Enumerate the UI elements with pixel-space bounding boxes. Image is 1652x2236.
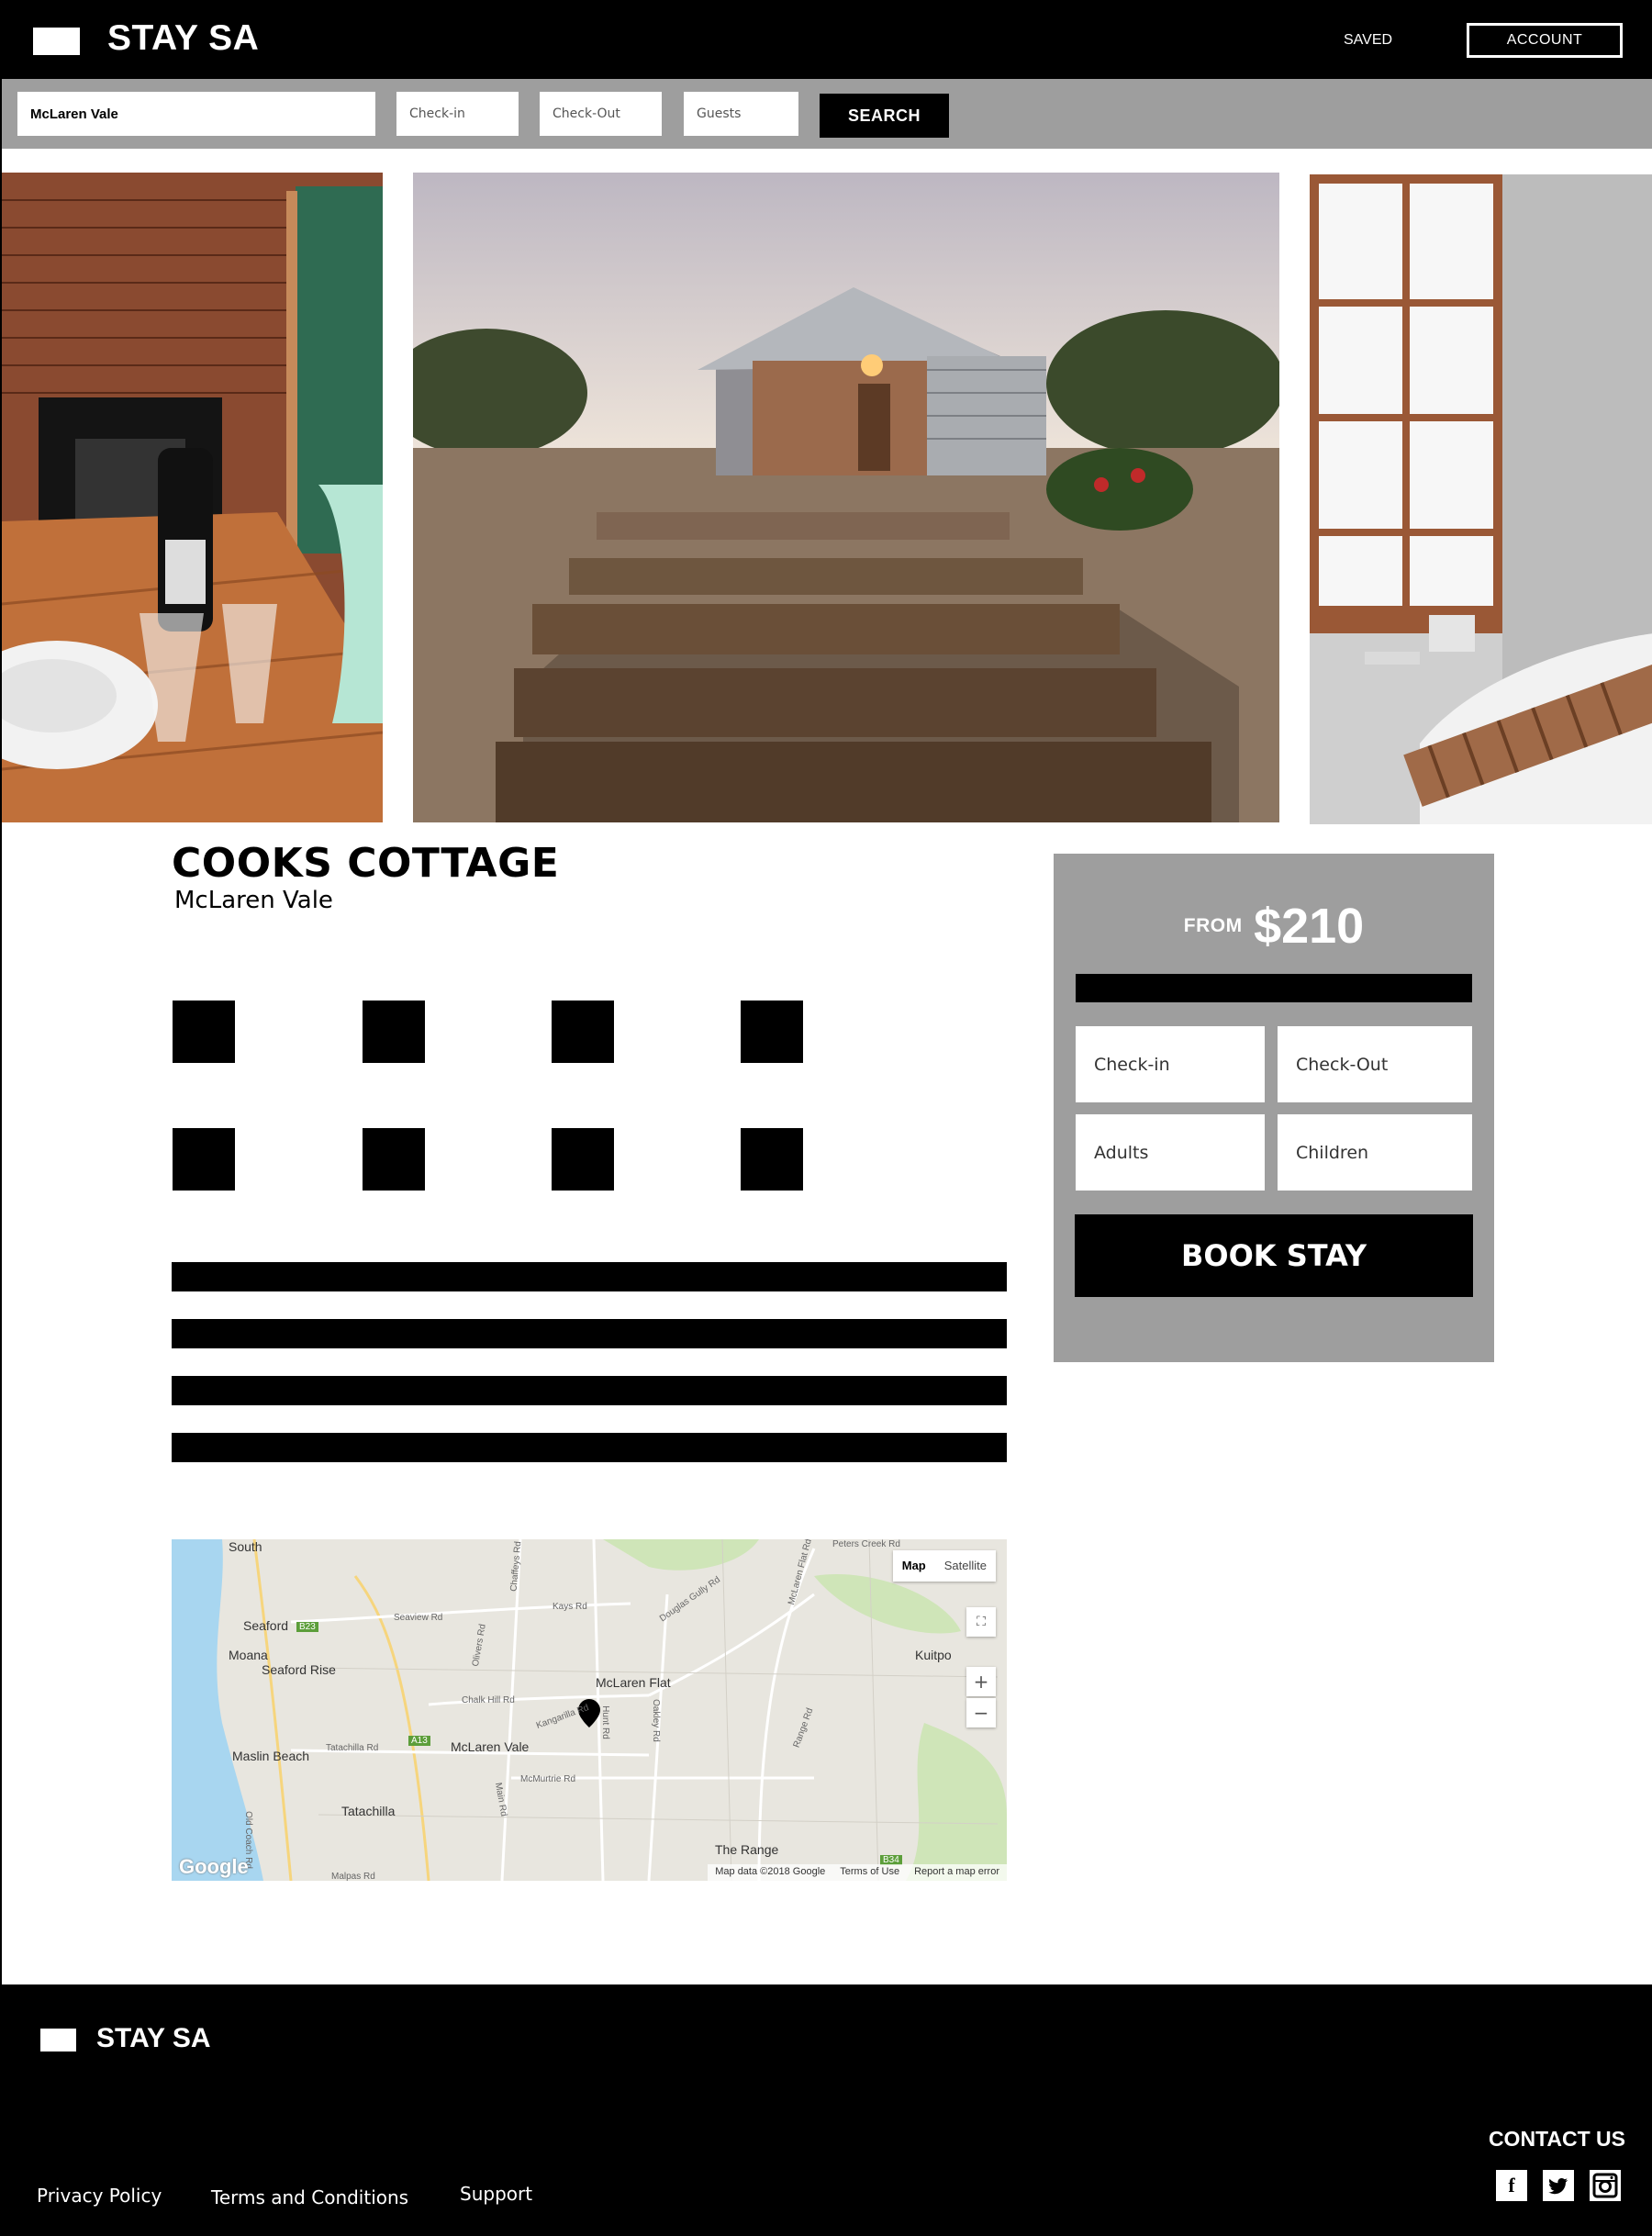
map-place: Seaford (243, 1618, 289, 1633)
bathroom-window-bathtub-photo[interactable] (1310, 174, 1652, 824)
children-input[interactable] (1278, 1114, 1472, 1191)
adults-input[interactable] (1076, 1114, 1265, 1191)
map-place: The Range (715, 1842, 779, 1857)
map-data-credit: Map data ©2018 Google (715, 1866, 826, 1877)
booking-panel: FROM $210 BOOK STAY (1054, 854, 1494, 1362)
map-place: Tatachilla (341, 1804, 396, 1818)
map-place: Moana (229, 1648, 268, 1662)
map-road: Seaview Rd (394, 1613, 443, 1623)
map-terms-link[interactable]: Terms of Use (840, 1866, 899, 1879)
booking-divider (1076, 974, 1472, 1002)
privacy-policy-link[interactable]: Privacy Policy (37, 2185, 162, 2207)
map-place: McLaren Vale (451, 1739, 530, 1754)
checkout-input[interactable] (540, 92, 662, 136)
twitter-icon[interactable] (1543, 2170, 1574, 2201)
cottage-exterior-photo[interactable] (413, 173, 1279, 822)
checkin-input[interactable] (396, 92, 519, 136)
listing-location: McLaren Vale (174, 887, 333, 914)
footer: STAY SA Privacy Policy Terms and Conditi… (2, 1984, 1652, 2236)
book-stay-button[interactable]: BOOK STAY (1075, 1214, 1473, 1297)
map-place: Seaford Rise (262, 1662, 336, 1677)
saved-link[interactable]: SAVED (1344, 32, 1392, 49)
map-badge: A13 (408, 1736, 430, 1746)
map-road: McMurtrie Rd (520, 1774, 576, 1784)
amenity-icon (741, 1128, 803, 1191)
terms-link[interactable]: Terms and Conditions (211, 2186, 408, 2208)
amenity-icon (741, 1001, 803, 1063)
price-value: $210 (1254, 899, 1365, 954)
map-type-satellite[interactable]: Satellite (935, 1550, 996, 1582)
guests-input[interactable] (684, 92, 798, 136)
facebook-icon[interactable]: f (1496, 2170, 1527, 2201)
support-link[interactable]: Support (460, 2183, 532, 2205)
booking-checkin-input[interactable] (1076, 1026, 1265, 1102)
amenity-icon (552, 1001, 614, 1063)
map-place: Maslin Beach (232, 1749, 310, 1763)
zoom-out-button[interactable]: − (966, 1698, 996, 1727)
page: STAY SA SAVED ACCOUNT SEARCH (0, 0, 1652, 2236)
map-badge: B23 (296, 1622, 318, 1632)
brand-name[interactable]: STAY SA (107, 18, 259, 59)
footer-logo-icon[interactable] (40, 2029, 76, 2052)
map-road: Hunt Rd (599, 1705, 610, 1739)
instagram-icon[interactable] (1590, 2170, 1621, 2201)
map-report-link[interactable]: Report a map error (914, 1866, 999, 1879)
description-line (172, 1262, 1007, 1291)
location-map[interactable]: South Seaford Moana Seaford Rise Maslin … (172, 1539, 1007, 1881)
description-line (172, 1376, 1007, 1405)
contact-us-heading: CONTACT US (1488, 2127, 1625, 2151)
location-input[interactable] (17, 92, 375, 136)
from-label: FROM (1183, 915, 1243, 936)
amenity-icon (173, 1128, 235, 1191)
map-place: South (229, 1539, 262, 1554)
map-road: Chalk Hill Rd (462, 1695, 515, 1705)
amenity-icon (363, 1128, 425, 1191)
map-place: McLaren Flat (596, 1675, 671, 1690)
price-row: FROM $210 (1054, 898, 1494, 955)
booking-checkout-input[interactable] (1278, 1026, 1472, 1102)
account-button[interactable]: ACCOUNT (1467, 23, 1623, 58)
map-road: Kays Rd (553, 1602, 587, 1612)
search-bar: SEARCH (2, 79, 1652, 149)
top-navbar: STAY SA SAVED ACCOUNT (2, 0, 1652, 79)
description-line (172, 1433, 1007, 1462)
map-place: Kuitpo (915, 1648, 952, 1662)
map-road: Peters Creek Rd (832, 1539, 900, 1549)
amenity-icon (552, 1128, 614, 1191)
map-type-map[interactable]: Map (893, 1550, 935, 1582)
zoom-in-button[interactable]: + (966, 1667, 996, 1696)
logo-icon[interactable] (33, 28, 80, 55)
map-type-toggle: Map Satellite (892, 1550, 996, 1582)
map-attribution: Map data ©2018 Google Terms of Use Repor… (708, 1864, 1007, 1881)
amenity-icon (363, 1001, 425, 1063)
map-road: Malpas Rd (331, 1872, 375, 1881)
dining-table-with-wine-photo[interactable] (2, 173, 383, 822)
amenity-icon (173, 1001, 235, 1063)
listing-title: COOKS COTTAGE (172, 840, 560, 887)
google-logo: Google (179, 1855, 249, 1878)
search-button[interactable]: SEARCH (820, 94, 949, 138)
description-line (172, 1319, 1007, 1348)
map-road: Oakley Rd (650, 1699, 661, 1742)
fullscreen-icon[interactable]: ⛶ (966, 1607, 996, 1637)
footer-brand[interactable]: STAY SA (96, 2023, 211, 2054)
map-road: Tatachilla Rd (326, 1743, 379, 1753)
